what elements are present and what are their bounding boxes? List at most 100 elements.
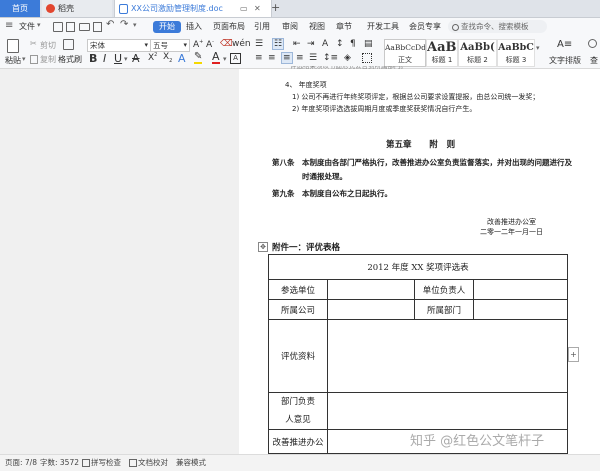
font-color-dropdown-icon[interactable]: ▾	[223, 55, 227, 63]
tab-close-icon[interactable]: ✕	[254, 0, 261, 17]
cell-evaluation-label[interactable]: 评优资料	[268, 319, 328, 393]
align-center-icon[interactable]: ≡	[268, 53, 276, 63]
add-column-icon[interactable]: +	[568, 347, 579, 362]
shrink-font-icon[interactable]: A-	[206, 39, 214, 50]
align-right-icon[interactable]: ≡	[296, 53, 304, 63]
sort-icon[interactable]: ↕	[336, 39, 344, 49]
menu-start[interactable]: 开始	[153, 21, 181, 33]
paste-icon[interactable]	[7, 39, 19, 53]
spell-check-button[interactable]: 拼写检查	[91, 455, 121, 471]
style-heading3[interactable]: AaBbC 标题 3	[497, 39, 535, 67]
style-heading2[interactable]: AaBb( 标题 2	[458, 39, 497, 67]
bold-icon[interactable]: B	[89, 52, 97, 65]
menu-insert[interactable]: 插入	[186, 21, 202, 33]
word-count[interactable]: 字数: 3572	[40, 455, 79, 471]
tab-document[interactable]: XX公司激励管理制度.doc ▭ ✕	[114, 0, 272, 17]
tab-options-icon[interactable]: ▭	[240, 0, 248, 17]
format-painter-icon[interactable]	[63, 39, 74, 50]
paste-dropdown-icon[interactable]: ▾	[22, 55, 26, 63]
menu-file[interactable]: 文件	[19, 21, 35, 33]
hamburger-menu-icon[interactable]: ≡	[5, 20, 13, 31]
decrease-indent-icon[interactable]: ⇤	[293, 39, 301, 49]
style-normal[interactable]: AaBbCcDd 正文	[384, 39, 426, 67]
numbered-list-icon[interactable]: ☷	[272, 38, 285, 50]
print-icon[interactable]	[79, 23, 90, 31]
copy-button[interactable]: 复制	[40, 54, 56, 65]
page-indicator[interactable]: 页面: 7/8	[5, 455, 37, 471]
cell-evaluation-value[interactable]	[327, 319, 568, 393]
font-name-select[interactable]: 宋体 ▾	[87, 39, 151, 52]
proofread-button[interactable]: 文档校对	[138, 455, 168, 471]
text-effect-icon[interactable]: A	[178, 52, 186, 65]
cell-participant-label[interactable]: 参选单位	[268, 279, 328, 300]
menu-member[interactable]: 会员专享	[409, 21, 441, 33]
cell-company-value[interactable]	[327, 299, 415, 320]
preview-icon[interactable]	[93, 22, 102, 32]
underline-dropdown-icon[interactable]: ▾	[124, 55, 128, 63]
redo-icon[interactable]: ↷	[120, 19, 128, 30]
shading-icon[interactable]: ◈	[344, 53, 351, 63]
award-evaluation-table[interactable]: 2012 年度 XX 奖项评选表 参选单位 单位负责人 所属公司 所属部门 评优…	[268, 254, 568, 454]
borders-icon[interactable]	[362, 53, 372, 63]
menu-page-layout[interactable]: 页面布局	[213, 21, 245, 33]
cell-office-label[interactable]: 改善推进办公	[268, 429, 328, 454]
proofread-icon[interactable]	[129, 459, 137, 467]
font-color-icon[interactable]: A	[212, 51, 220, 64]
find-icon[interactable]	[588, 39, 597, 48]
file-dropdown-icon[interactable]: ▾	[37, 21, 41, 29]
table-title[interactable]: 2012 年度 XX 奖项评选表	[268, 254, 568, 280]
cell-unit-head-value[interactable]	[473, 279, 568, 300]
align-justify-icon[interactable]: ≡	[281, 52, 293, 64]
styles-more-icon[interactable]: ▾	[536, 44, 540, 52]
cut-icon[interactable]: ✂	[30, 39, 37, 48]
align-left-icon[interactable]: ≡	[255, 53, 263, 63]
line-spacing-icon[interactable]: ↕≡	[323, 53, 338, 63]
menu-view[interactable]: 视图	[309, 21, 325, 33]
font-size-select[interactable]: 五号 ▾	[150, 39, 190, 52]
copy-icon[interactable]	[30, 55, 38, 64]
menu-references[interactable]: 引用	[254, 21, 270, 33]
quick-access-dropdown-icon[interactable]: ▾	[133, 21, 137, 29]
text-layout-button[interactable]: 文字排版	[549, 55, 581, 66]
spellcheck-icon[interactable]	[82, 459, 90, 467]
undo-icon[interactable]: ↶	[106, 19, 114, 30]
highlight-icon[interactable]: ✎	[194, 52, 203, 64]
menu-chapter[interactable]: 章节	[336, 21, 352, 33]
cell-company-label[interactable]: 所属公司	[268, 299, 328, 320]
subscript-icon[interactable]: X2	[163, 52, 172, 64]
new-tab-icon[interactable]: +	[271, 1, 280, 14]
cell-dept-opinion-value[interactable]	[327, 392, 568, 430]
cell-participant-value[interactable]	[327, 279, 415, 300]
export-icon[interactable]	[66, 22, 75, 32]
superscript-icon[interactable]: X2	[148, 52, 157, 63]
table-move-handle-icon[interactable]: ✥	[258, 242, 268, 252]
show-marks-icon[interactable]: ¶	[350, 39, 356, 49]
menu-developer[interactable]: 开发工具	[367, 21, 399, 33]
italic-icon[interactable]: I	[103, 52, 106, 65]
cut-button[interactable]: 剪切	[40, 40, 56, 51]
paste-button[interactable]: 粘贴	[5, 55, 21, 66]
distributed-icon[interactable]: ☰	[309, 53, 317, 63]
cell-unit-head-label[interactable]: 单位负责人	[414, 279, 474, 300]
style-heading1[interactable]: AaBl 标题 1	[426, 39, 458, 67]
text-layout-icon[interactable]: A≡	[557, 39, 572, 50]
chinese-layout-icon[interactable]: A	[322, 39, 328, 49]
pinyin-icon[interactable]: wén	[232, 39, 251, 49]
char-border-icon[interactable]: A	[230, 53, 241, 64]
tab-daoke[interactable]: 稻壳	[42, 0, 112, 17]
cell-dept-opinion-label[interactable]: 部门负责 人意见	[268, 392, 328, 430]
format-painter-button[interactable]: 格式刷	[58, 54, 82, 65]
grow-font-icon[interactable]: A+	[193, 39, 203, 50]
bullet-list-icon[interactable]: ☰	[255, 39, 263, 49]
increase-indent-icon[interactable]: ⇥	[307, 39, 315, 49]
menu-review[interactable]: 审阅	[282, 21, 298, 33]
find-button[interactable]: 查	[590, 55, 598, 66]
command-search-input[interactable]: 查找命令、搜索模板	[448, 20, 547, 33]
cell-department-value[interactable]	[473, 299, 568, 320]
strikethrough-icon[interactable]: A	[132, 52, 140, 65]
tab-home[interactable]: 首页	[0, 0, 40, 17]
save-icon[interactable]	[53, 22, 63, 32]
para-settings-icon[interactable]: ▤	[364, 39, 373, 49]
underline-icon[interactable]: U	[114, 52, 122, 65]
clear-format-icon[interactable]: ⌫	[220, 39, 233, 49]
